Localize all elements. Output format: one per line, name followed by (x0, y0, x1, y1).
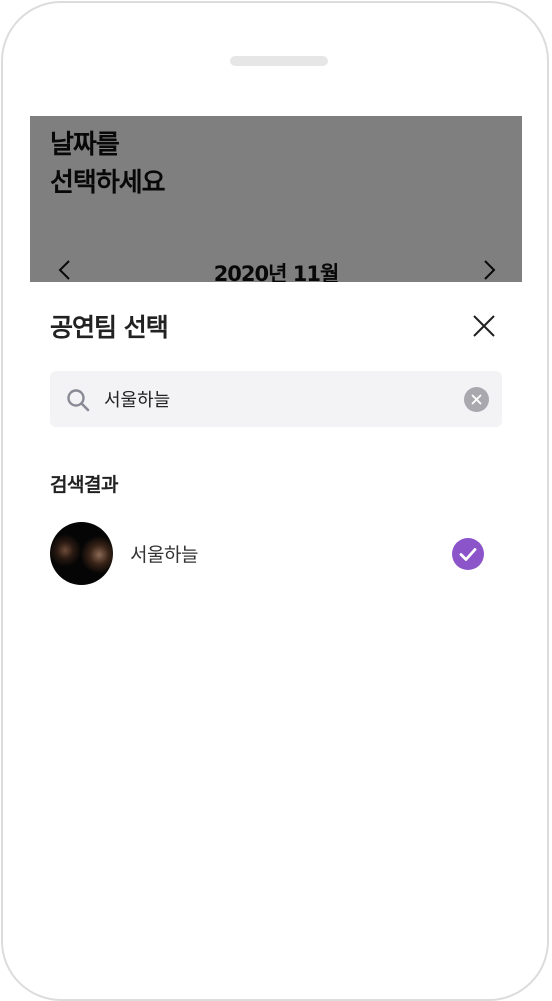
avatar (50, 522, 113, 585)
list-item[interactable]: 서울하늘 (50, 522, 502, 586)
app-screen: 날짜를 선택하세요 2020년 11월 공연팀 선택 (30, 116, 522, 944)
search-results-label: 검색결과 (50, 474, 118, 496)
result-name: 서울하늘 (130, 544, 198, 566)
clear-icon[interactable] (464, 387, 489, 412)
dim-overlay[interactable] (30, 116, 522, 282)
search-icon (67, 389, 90, 412)
sheet-title: 공연팀 선택 (50, 313, 169, 342)
team-select-sheet: 공연팀 선택 검색결과 서울하늘 (30, 282, 522, 944)
check-icon[interactable] (452, 538, 484, 570)
search-box (50, 371, 502, 427)
search-input[interactable] (104, 383, 444, 415)
close-icon[interactable] (470, 312, 498, 340)
phone-speaker (230, 56, 328, 66)
